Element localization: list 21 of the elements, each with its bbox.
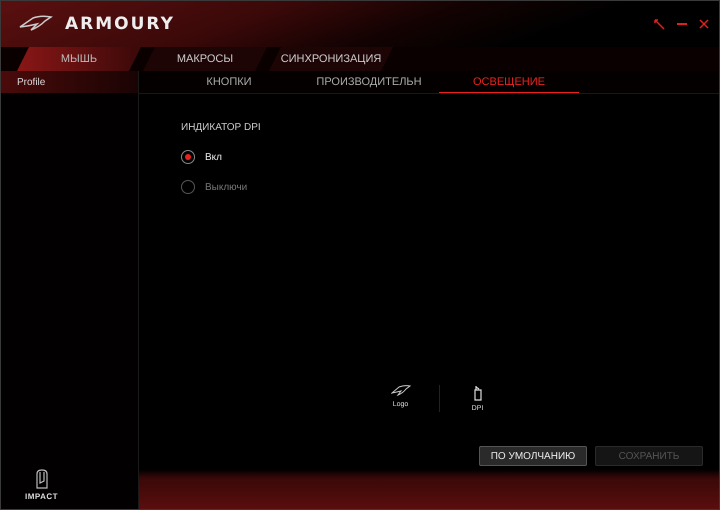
app-title: ARMOURY [65,14,175,34]
radio-label: Выключи [205,182,248,192]
minimize-icon[interactable] [677,22,687,26]
close-icon[interactable] [699,19,709,29]
sub-tab[interactable]: ПРОИЗВОДИТЕЛЬН [299,71,439,93]
section-heading: ИНДИКАТОР DPI [181,122,262,133]
radio-button[interactable] [181,150,195,164]
radio-label: Вкл [205,152,222,162]
main-tab[interactable]: МЫШЬ [17,47,141,71]
eye-logo-icon [390,385,410,397]
radio-button[interactable] [181,180,195,194]
mouse-icon [34,469,49,489]
action-button[interactable]: ПО УМОЛЧАНИЮ [479,446,587,466]
sub-tab[interactable]: КНОПКИ [159,71,299,93]
device-name: IMPACT [25,492,58,501]
mouse-icon [472,385,482,401]
eye-logo-icon [19,15,53,33]
main-tab[interactable]: МАКРОСЫ [143,47,267,71]
main-tab[interactable]: СИНХРОНИЗАЦИЯ [269,47,393,71]
sub-tab[interactable]: ОСВЕЩЕНИЕ [439,71,579,93]
sidebar-item[interactable]: Profile [1,71,138,93]
